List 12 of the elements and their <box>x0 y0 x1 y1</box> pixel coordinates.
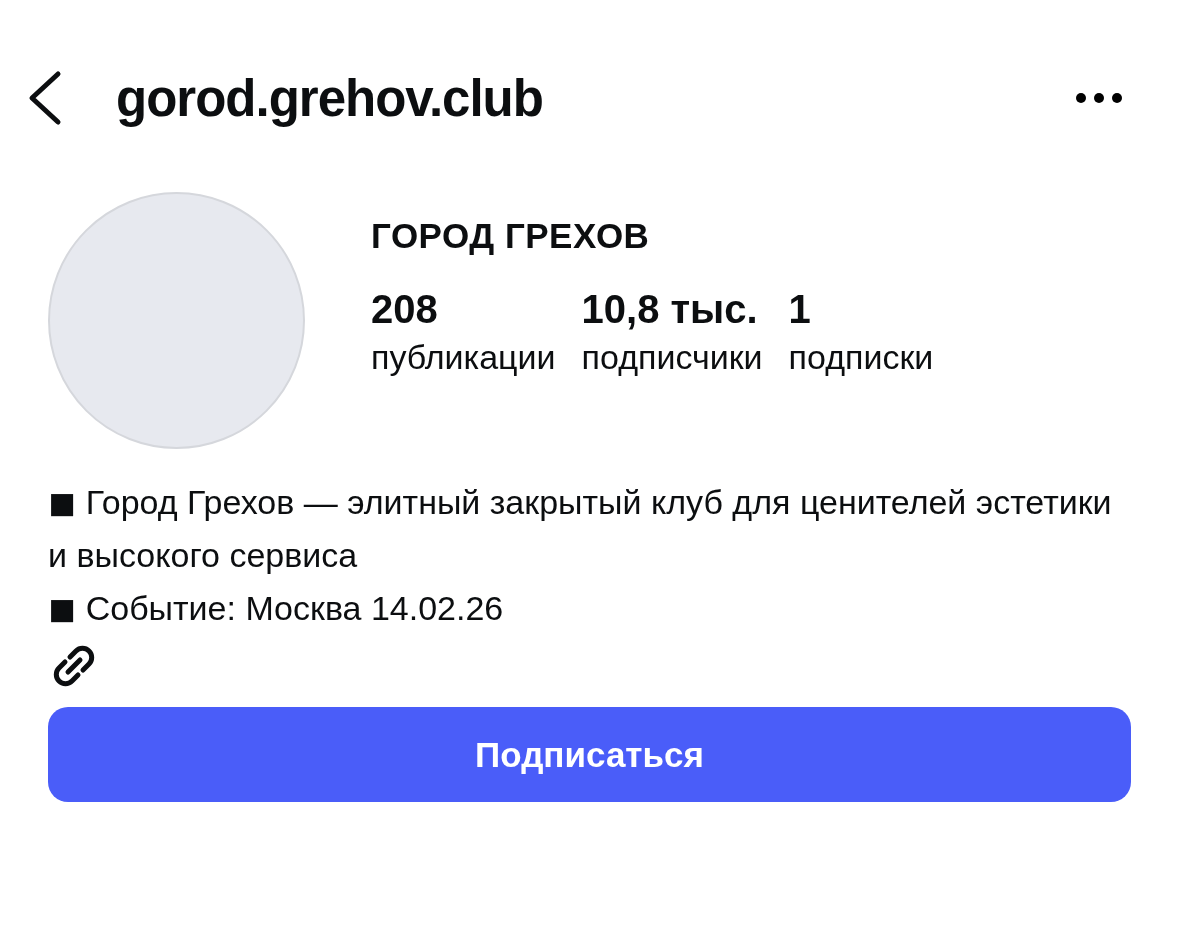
stat-value: 10,8 тыс. <box>581 286 759 332</box>
profile-name: ГОРОД ГРЕХОВ <box>371 216 651 256</box>
bio-text: ◼ Город Грехов — элитный закрытый клуб для ценителей эстетики и высокого сервиса <box>48 482 1113 576</box>
stat-label: публикации <box>371 337 556 378</box>
stat-value: 1 <box>788 286 812 332</box>
stat-label: подписчики <box>581 337 763 378</box>
bio-text: ◼ Событие: Москва 14.02.26 <box>48 588 505 629</box>
more-icon[interactable] <box>1075 92 1123 104</box>
stat-value: 208 <box>371 286 439 332</box>
profile-username: gorod.grehov.club <box>116 68 544 128</box>
follow-button[interactable]: Подписаться <box>48 707 1131 802</box>
stat-label: подписки <box>788 337 934 378</box>
